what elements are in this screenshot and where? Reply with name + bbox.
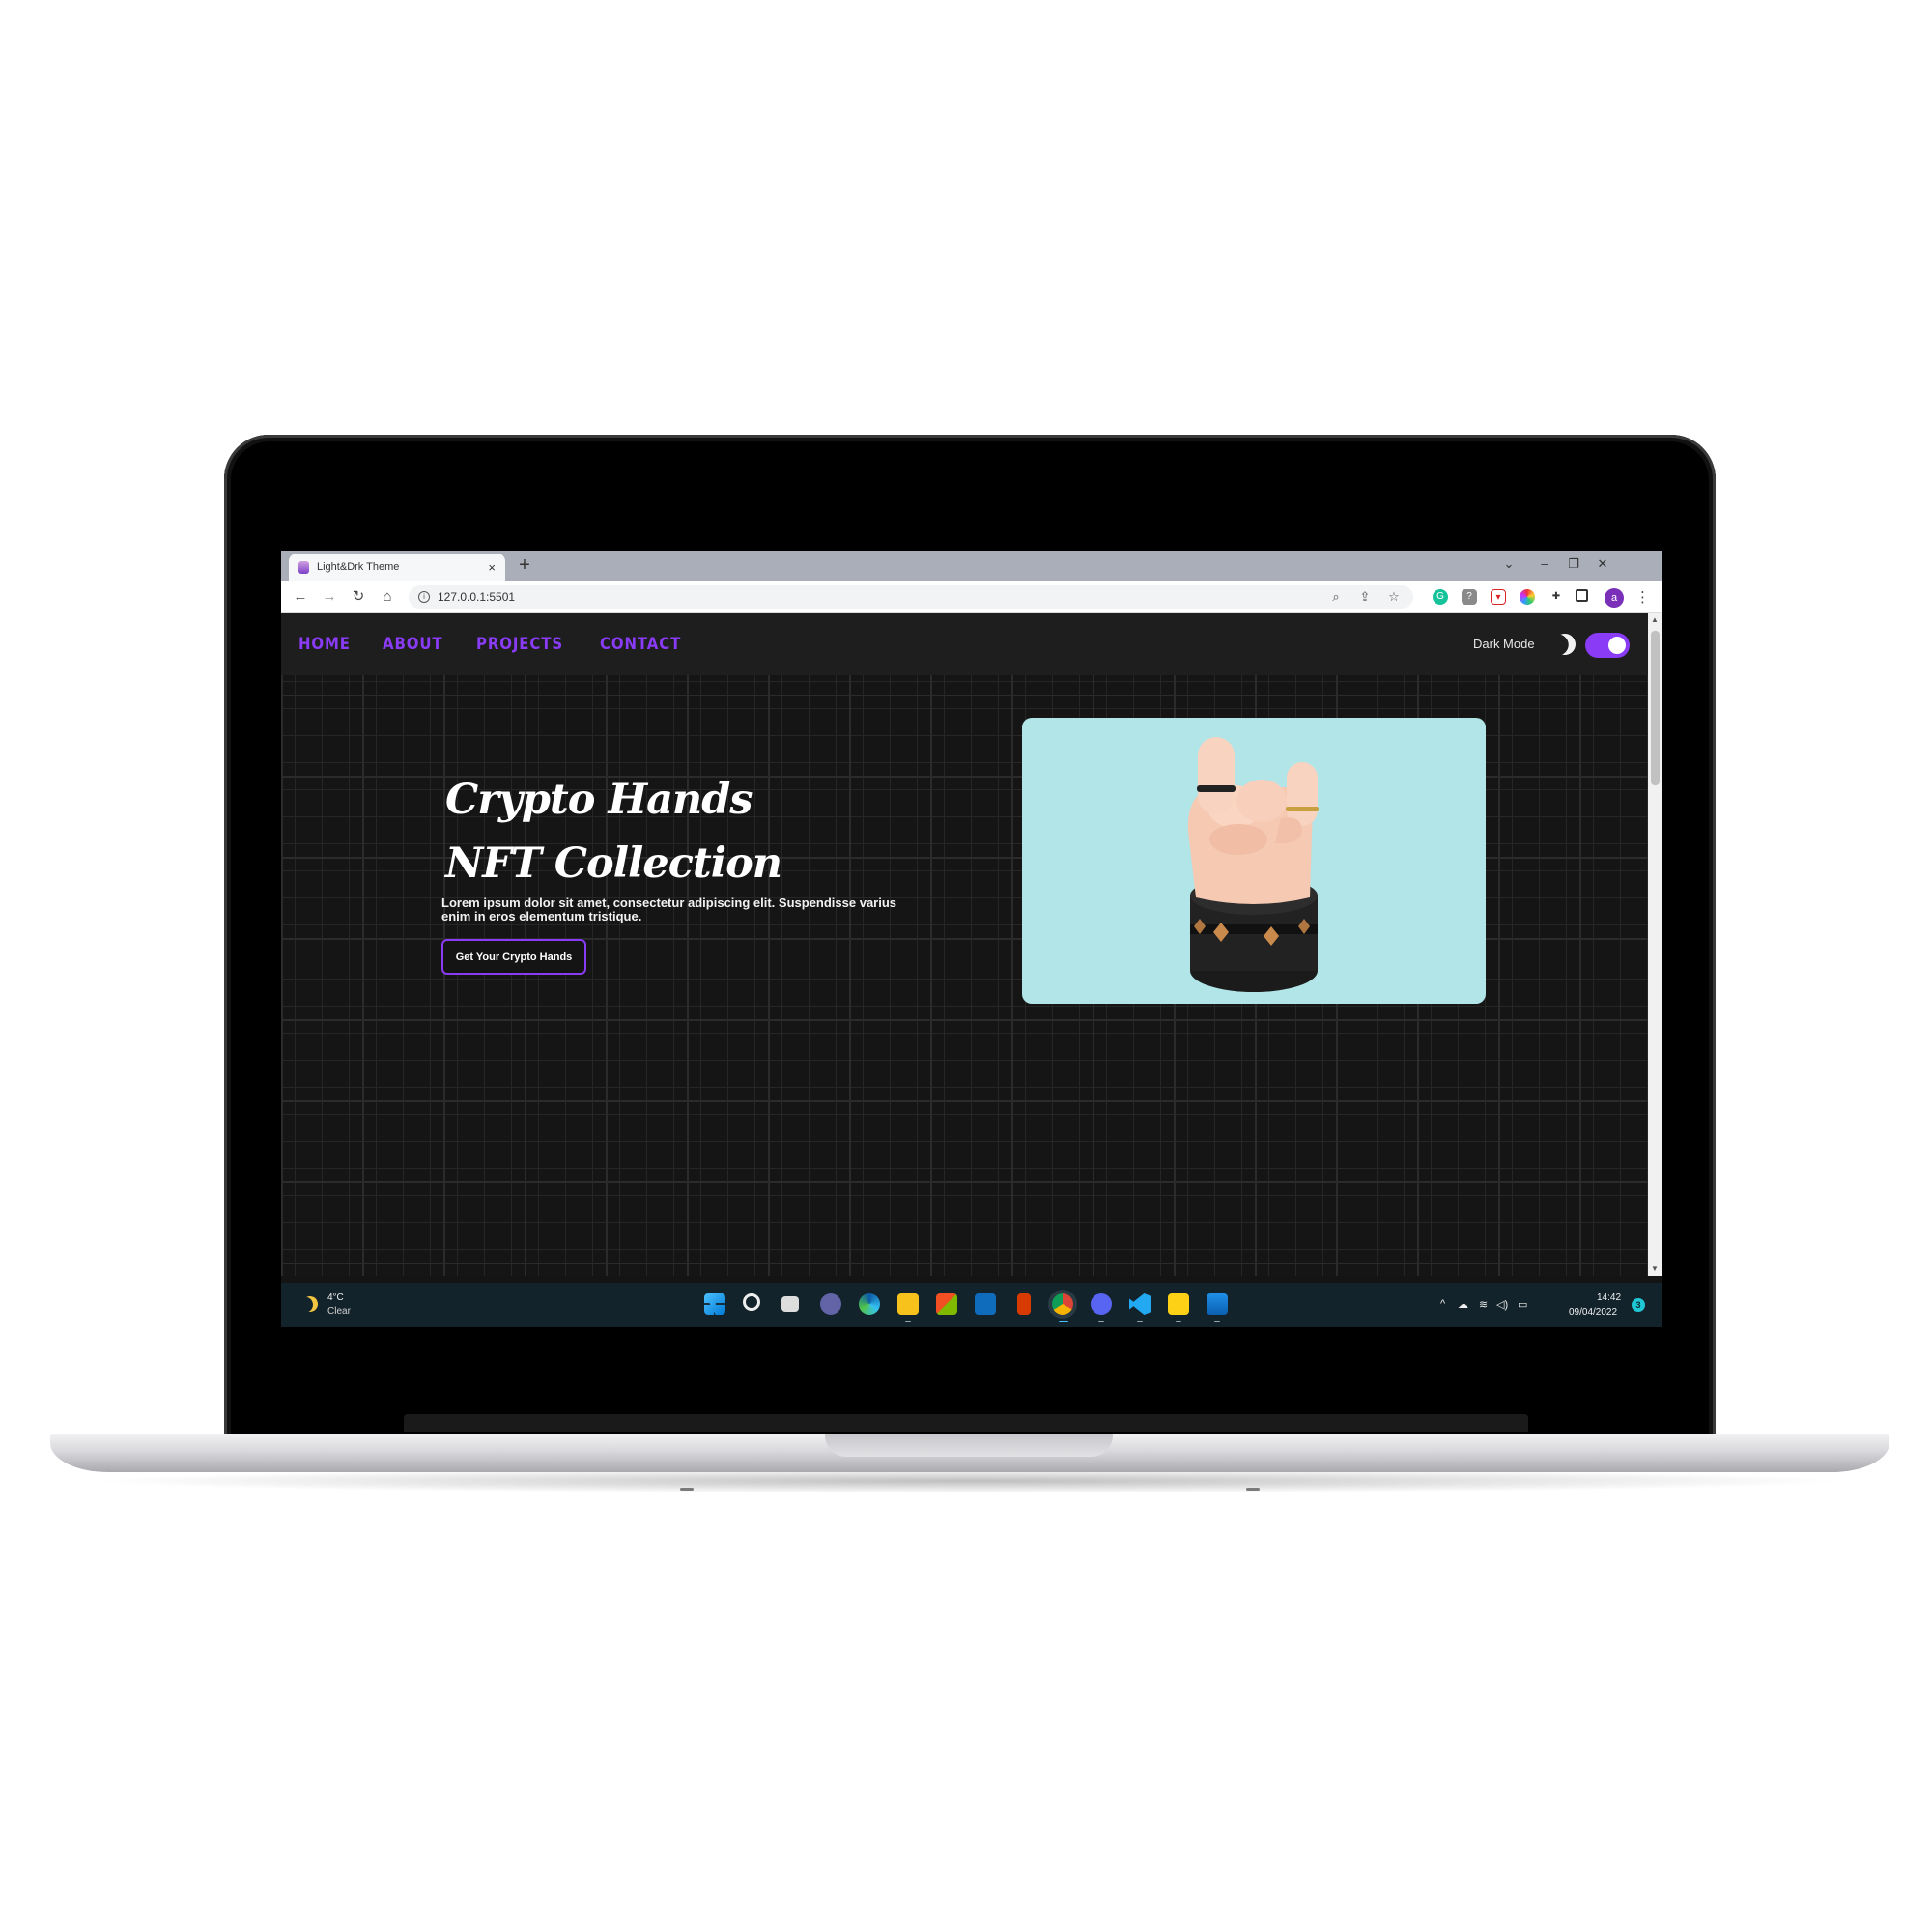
back-icon[interactable]: ←: [291, 587, 310, 607]
theme-label: Dark Mode: [1473, 637, 1535, 651]
color-picker-extension-icon[interactable]: [1520, 589, 1535, 605]
reload-icon[interactable]: ↻: [349, 587, 368, 607]
nft-image-card: [1022, 718, 1486, 1004]
site-navbar: HOME ABOUT PROJECTS CONTACT Dark Mode: [281, 613, 1648, 675]
browser-menu-icon[interactable]: ⋮: [1635, 588, 1650, 606]
windows-taskbar: 4°C Clear ^ ☁ ≋ ◁) ▭ 14:42 09/04/2022 3: [281, 1283, 1662, 1327]
browser-toolbar: ← → ↻ ⌂ i 127.0.0.1:5501 ⌕ ⇪ ☆ G ? ▾ ✚ a…: [281, 581, 1662, 613]
extension-icon[interactable]: ?: [1462, 589, 1477, 605]
favicon-icon: [298, 560, 309, 574]
nav-home-link[interactable]: HOME: [298, 635, 351, 654]
running-indicator: [1137, 1321, 1143, 1322]
laptop-foot: [680, 1488, 694, 1491]
address-bar[interactable]: i 127.0.0.1:5501 ⌕ ⇪ ☆: [409, 585, 1413, 609]
weather-temperature[interactable]: 4°C: [327, 1293, 344, 1303]
rock-hand-image: [1187, 737, 1319, 992]
toggle-knob: [1608, 637, 1626, 654]
moon-icon: [1551, 631, 1578, 658]
tray-overflow-icon[interactable]: ^: [1440, 1298, 1445, 1310]
nav-about-link[interactable]: ABOUT: [383, 635, 442, 654]
tab-title: Light&Drk Theme: [317, 561, 400, 573]
running-indicator: [1098, 1321, 1104, 1322]
edge-icon[interactable]: [859, 1293, 880, 1315]
file-explorer-icon[interactable]: [897, 1293, 919, 1315]
new-tab-button[interactable]: +: [513, 554, 536, 578]
weather-condition[interactable]: Clear: [327, 1306, 351, 1317]
battery-icon[interactable]: ▭: [1518, 1298, 1527, 1311]
laptop-hinge: [404, 1414, 1528, 1432]
pocket-extension-icon[interactable]: ▾: [1491, 589, 1506, 605]
wifi-icon[interactable]: ≋: [1479, 1298, 1488, 1311]
store-icon[interactable]: [936, 1293, 957, 1315]
url-text: 127.0.0.1:5501: [438, 590, 516, 604]
nav-links: HOME ABOUT PROJECTS CONTACT: [281, 635, 693, 654]
profile-avatar[interactable]: a: [1605, 588, 1624, 608]
scroll-thumb[interactable]: [1651, 631, 1660, 785]
clock-time[interactable]: 14:42: [1597, 1293, 1621, 1303]
laptop-notch: [825, 1434, 1113, 1457]
nav-contact-link[interactable]: CONTACT: [600, 635, 681, 654]
teams-chat-icon[interactable]: [820, 1293, 841, 1315]
restore-icon[interactable]: ❐: [1560, 556, 1587, 572]
vscode-icon[interactable]: [1129, 1293, 1151, 1315]
tab-search-icon[interactable]: ⌄: [1495, 556, 1522, 572]
tab-close-icon[interactable]: ×: [488, 561, 496, 574]
search-icon[interactable]: [743, 1293, 760, 1311]
share-icon[interactable]: ⇪: [1357, 589, 1373, 605]
forward-icon[interactable]: →: [320, 587, 339, 607]
running-indicator: [1214, 1321, 1220, 1322]
laptop-foot: [1246, 1488, 1260, 1491]
zoom-icon[interactable]: ⌕: [1328, 589, 1344, 605]
task-view-icon[interactable]: [781, 1296, 799, 1312]
mail-icon[interactable]: [975, 1293, 996, 1315]
nav-projects-link[interactable]: PROJECTS: [476, 635, 563, 654]
weather-moon-icon[interactable]: [300, 1294, 321, 1315]
extensions-puzzle-icon[interactable]: ✚: [1548, 589, 1564, 605]
running-indicator: [1176, 1321, 1181, 1322]
chrome-icon[interactable]: [1052, 1293, 1073, 1315]
active-indicator: [1059, 1321, 1068, 1322]
discord-icon[interactable]: [1091, 1293, 1112, 1315]
hero-description: Lorem ipsum dolor sit amet, consectetur …: [441, 895, 897, 923]
start-icon[interactable]: [704, 1293, 725, 1315]
sticky-notes-icon[interactable]: [1168, 1293, 1189, 1315]
running-indicator: [905, 1321, 911, 1322]
page-scrollbar[interactable]: ▲ ▼: [1648, 613, 1662, 1276]
office-icon[interactable]: [1017, 1293, 1031, 1315]
browser-tab[interactable]: Light&Drk Theme ×: [289, 554, 505, 581]
bookmark-star-icon[interactable]: ☆: [1386, 589, 1402, 605]
hero-title: Crypto Hands NFT Collection: [445, 776, 782, 888]
onedrive-icon[interactable]: ☁: [1458, 1298, 1468, 1311]
dark-mode-toggle[interactable]: [1585, 633, 1630, 658]
minimize-icon[interactable]: –: [1531, 556, 1558, 571]
web-page: HOME ABOUT PROJECTS CONTACT Dark Mode Cr…: [281, 613, 1648, 1276]
clock-date[interactable]: 09/04/2022: [1569, 1307, 1617, 1318]
grammarly-extension-icon[interactable]: G: [1433, 589, 1448, 605]
get-crypto-hands-button[interactable]: Get Your Crypto Hands: [441, 939, 586, 975]
site-info-icon[interactable]: i: [418, 591, 430, 603]
side-panel-icon[interactable]: [1576, 589, 1588, 602]
close-window-icon[interactable]: ✕: [1589, 556, 1616, 572]
browser-tabstrip: Light&Drk Theme × + ⌄ – ❐ ✕: [281, 551, 1662, 581]
home-icon[interactable]: ⌂: [378, 587, 397, 607]
screen: Light&Drk Theme × + ⌄ – ❐ ✕ ← → ↻ ⌂ i 12…: [281, 551, 1662, 1327]
scroll-down-icon[interactable]: ▼: [1651, 1264, 1659, 1273]
photos-icon[interactable]: [1207, 1293, 1228, 1315]
notification-badge[interactable]: 3: [1632, 1298, 1645, 1312]
scroll-up-icon[interactable]: ▲: [1651, 615, 1659, 624]
volume-icon[interactable]: ◁): [1496, 1298, 1508, 1311]
